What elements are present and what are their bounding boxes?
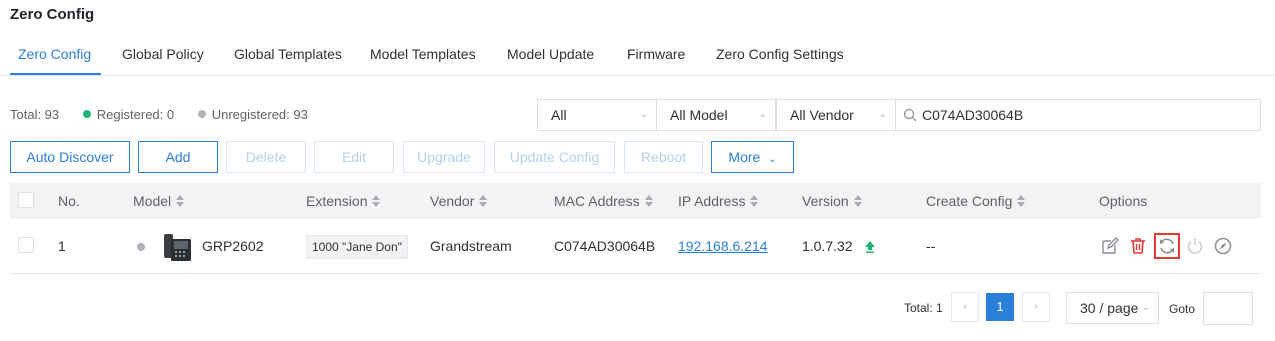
- sync-icon[interactable]: [1154, 233, 1180, 259]
- chevron-down-icon: ⌄: [758, 109, 767, 120]
- tab-model-update[interactable]: Model Update: [507, 38, 594, 76]
- device-stats: Total: 93 Registered: 0 Unregistered: 93: [10, 104, 308, 126]
- next-page-button[interactable]: ›: [1022, 292, 1050, 322]
- sort-icon: [750, 195, 759, 208]
- page-size-select[interactable]: 30 / page ⌄: [1066, 292, 1159, 324]
- add-button[interactable]: Add: [138, 141, 218, 173]
- goto-label: Goto: [1169, 302, 1196, 316]
- header-no: No.: [58, 193, 80, 209]
- header-mac[interactable]: MAC Address: [554, 183, 653, 219]
- header-ip[interactable]: IP Address: [678, 183, 759, 219]
- header-create-config-label: Create Config: [926, 193, 1013, 209]
- chevron-down-icon: ⌄: [1141, 302, 1150, 313]
- vendor-filter-value: All Vendor: [790, 107, 854, 123]
- delete-icon[interactable]: [1128, 236, 1148, 256]
- total-count: Total: 93: [10, 107, 60, 122]
- upgrade-button[interactable]: Upgrade: [403, 141, 485, 173]
- search-icon: [903, 108, 917, 122]
- edit-button[interactable]: Edit: [314, 141, 394, 173]
- table-header: No. Model Extension Vendor MAC Address I…: [10, 183, 1261, 219]
- sort-icon: [479, 195, 488, 208]
- header-ip-label: IP Address: [678, 193, 746, 209]
- reboot-button[interactable]: Reboot: [624, 141, 703, 173]
- update-config-button[interactable]: Update Config: [494, 141, 615, 173]
- registered-count: Registered: 0: [96, 107, 175, 122]
- delete-button[interactable]: Delete: [226, 141, 306, 173]
- goto-page-input[interactable]: [1203, 292, 1253, 325]
- search-box: [895, 99, 1261, 131]
- row-version: 1.0.7.32: [802, 238, 853, 254]
- row-vendor: Grandstream: [430, 238, 512, 254]
- unregistered-count: Unregistered: 93: [211, 107, 308, 122]
- chevron-down-icon: ⌄: [768, 154, 777, 165]
- header-mac-label: MAC Address: [554, 193, 640, 209]
- chevron-right-icon: ›: [1034, 301, 1038, 313]
- header-vendor-label: Vendor: [430, 193, 475, 209]
- sort-icon: [644, 195, 653, 208]
- select-all-checkbox[interactable]: [18, 192, 34, 208]
- more-button[interactable]: More ⌄: [711, 141, 794, 173]
- phone-icon: [164, 234, 191, 261]
- registered-status: Registered: 0: [82, 104, 175, 126]
- registered-dot-icon: [82, 110, 91, 118]
- page-title: Zero Config: [10, 6, 95, 23]
- header-extension[interactable]: Extension: [306, 183, 381, 219]
- sort-icon: [1017, 195, 1026, 208]
- auto-discover-button[interactable]: Auto Discover: [10, 141, 130, 173]
- row-mac: C074AD30064B: [554, 238, 656, 254]
- row-model: GRP2602: [202, 238, 264, 254]
- pagination-total: Total: 1: [904, 301, 943, 315]
- model-filter-select[interactable]: All Model ⌄: [656, 99, 776, 131]
- sort-icon: [176, 195, 185, 208]
- device-status-dot-icon: [137, 243, 145, 251]
- prev-page-button[interactable]: ‹: [951, 292, 979, 322]
- row-no: 1: [58, 238, 66, 254]
- power-icon[interactable]: [1185, 236, 1205, 256]
- header-model-label: Model: [133, 193, 172, 209]
- model-filter-value: All Model: [670, 107, 728, 123]
- more-button-label: More: [728, 149, 761, 165]
- chevron-down-icon: ⌄: [878, 109, 887, 120]
- table-row: 1 GRP2602 1000 "Jane Don" Grandstream C0…: [10, 219, 1261, 274]
- tab-zero-config[interactable]: Zero Config: [18, 38, 91, 76]
- upgrade-available-icon[interactable]: [865, 241, 875, 253]
- vendor-filter-select[interactable]: All Vendor ⌄: [776, 99, 896, 131]
- search-input[interactable]: [922, 100, 1252, 130]
- chevron-left-icon: ‹: [963, 301, 967, 313]
- chevron-down-icon: ⌄: [639, 109, 648, 120]
- compass-icon[interactable]: [1213, 236, 1233, 256]
- header-version[interactable]: Version: [802, 183, 862, 219]
- status-filter-select[interactable]: All ⌄: [537, 99, 657, 131]
- header-model[interactable]: Model: [133, 183, 185, 219]
- row-ip-link[interactable]: 192.168.6.214: [678, 238, 768, 254]
- row-extension-tag: 1000 "Jane Don": [306, 235, 408, 259]
- tab-global-templates[interactable]: Global Templates: [234, 38, 342, 76]
- header-options: Options: [1099, 193, 1148, 209]
- row-checkbox[interactable]: [18, 237, 34, 253]
- status-filter-value: All: [551, 107, 567, 123]
- tab-firmware[interactable]: Firmware: [627, 38, 685, 76]
- tab-model-templates[interactable]: Model Templates: [370, 38, 476, 76]
- header-vendor[interactable]: Vendor: [430, 183, 488, 219]
- tab-bar: Zero Config Global Policy Global Templat…: [0, 38, 1275, 76]
- sort-icon: [853, 195, 862, 208]
- page-size-value: 30 / page: [1080, 300, 1139, 316]
- tab-global-policy[interactable]: Global Policy: [122, 38, 204, 76]
- header-create-config[interactable]: Create Config: [926, 183, 1026, 219]
- page-number-current[interactable]: 1: [986, 293, 1014, 321]
- row-create-config: --: [926, 238, 936, 254]
- header-extension-label: Extension: [306, 193, 368, 209]
- active-tab-indicator: [10, 73, 101, 75]
- unregistered-dot-icon: [197, 110, 206, 118]
- header-version-label: Version: [802, 193, 849, 209]
- tab-zero-config-settings[interactable]: Zero Config Settings: [716, 38, 844, 76]
- unregistered-status: Unregistered: 93: [197, 104, 308, 126]
- sort-icon: [372, 195, 381, 208]
- edit-icon[interactable]: [1100, 236, 1120, 256]
